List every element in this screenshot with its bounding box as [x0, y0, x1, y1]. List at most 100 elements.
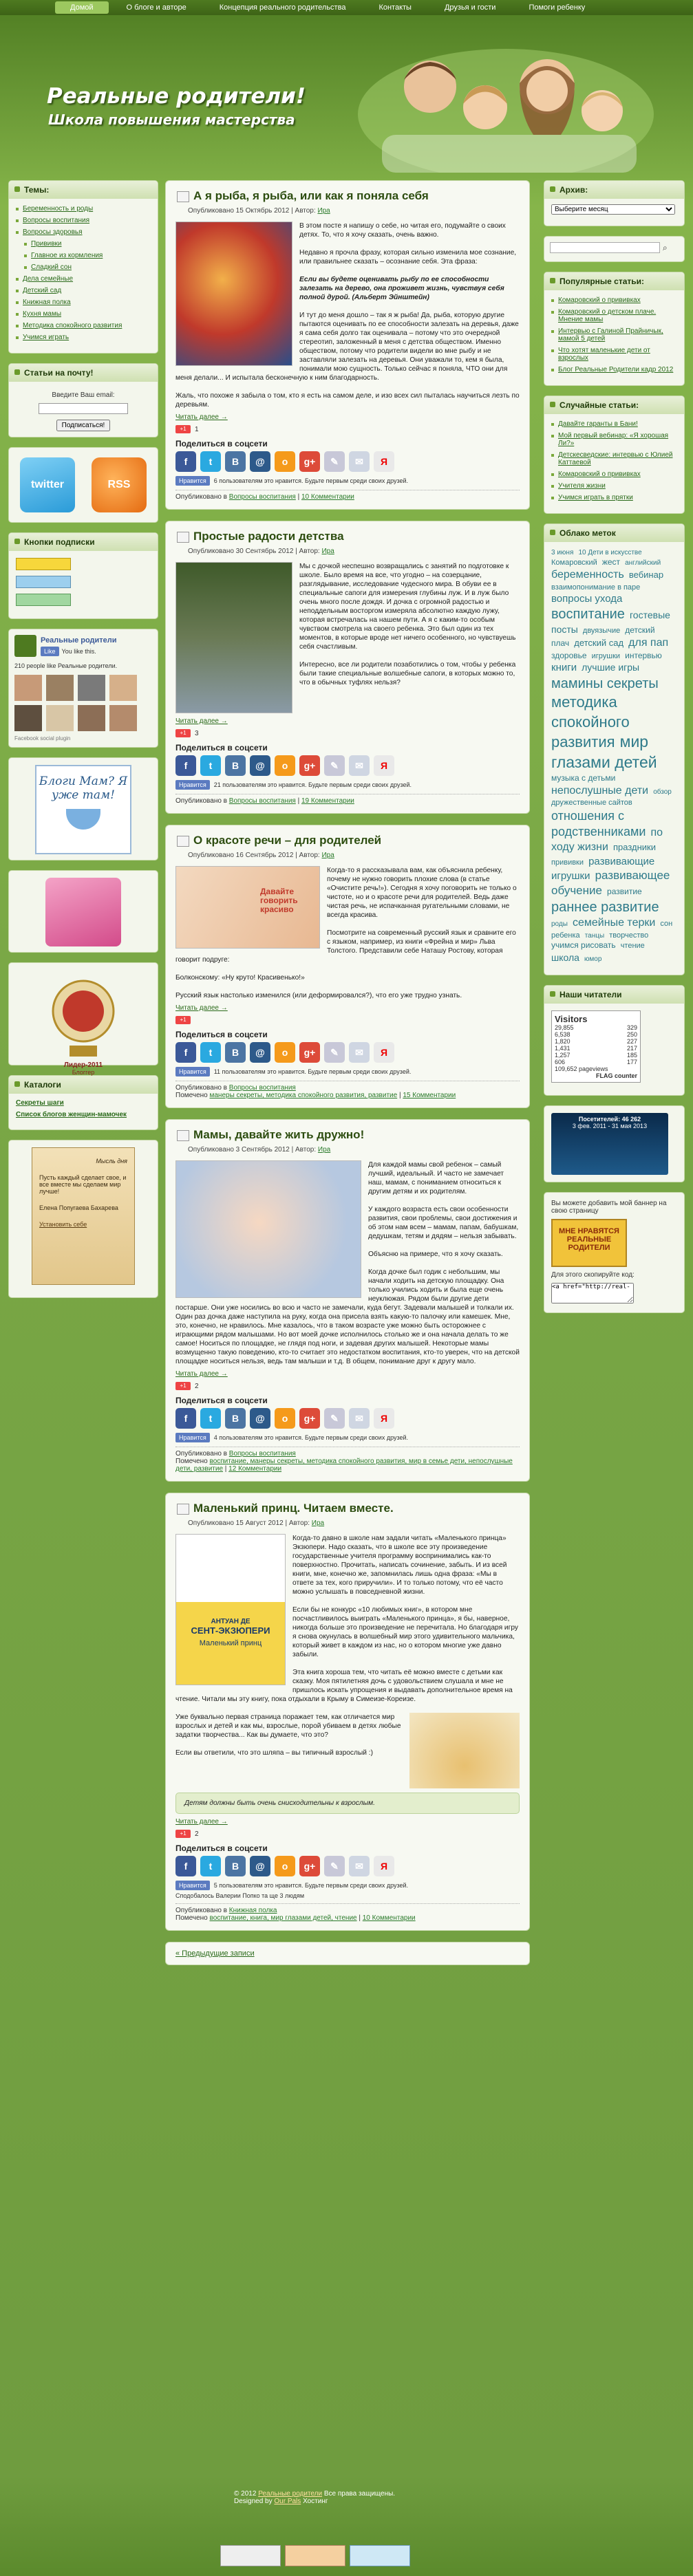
- post-author-link[interactable]: Ира: [321, 852, 334, 859]
- facebook-share-icon[interactable]: f: [175, 1042, 196, 1063]
- topic-link[interactable]: Вопросы воспитания: [16, 215, 151, 226]
- facebook-fan-avatar[interactable]: [109, 675, 137, 701]
- catalog-link[interactable]: Список блогов женщин-мамочек: [16, 1111, 151, 1118]
- comments-link[interactable]: 10 Комментарии: [301, 493, 354, 501]
- random-link[interactable]: Мой первый вебинар: «Я хорошая Ли?»: [551, 430, 677, 449]
- topic-link[interactable]: Книжная полка: [16, 296, 151, 308]
- tag-link[interactable]: воспитание: [551, 607, 625, 622]
- tag-link[interactable]: для пап: [628, 637, 668, 649]
- facebook-fan-avatar[interactable]: [14, 705, 42, 731]
- parchment-install-link[interactable]: Установить себе: [39, 1221, 127, 1228]
- vk-share-icon[interactable]: B: [225, 451, 246, 472]
- tag-link[interactable]: здоровье: [551, 651, 587, 660]
- tag-link[interactable]: методика спокойного развития: [551, 693, 630, 750]
- tag-link[interactable]: беременность: [551, 569, 624, 581]
- twitter-share-icon[interactable]: t: [200, 1408, 221, 1429]
- tag-link[interactable]: вопросы ухода: [551, 593, 622, 605]
- popular-link[interactable]: Комаровский о детском плаче. Мнение мамы: [551, 306, 677, 325]
- site-logo-title[interactable]: Реальные родители!: [47, 84, 306, 109]
- nav-item-friends[interactable]: Друзья и гости: [429, 1, 511, 14]
- visits-map[interactable]: Посетителей: 46 262 3 фев. 2011 - 31 мая…: [551, 1113, 668, 1176]
- post-author-link[interactable]: Ира: [317, 207, 330, 215]
- twitter-share-icon[interactable]: t: [200, 755, 221, 776]
- banner-code-textarea[interactable]: <a href="http://real-: [551, 1283, 634, 1304]
- random-link[interactable]: Учителя жизни: [551, 480, 677, 492]
- facebook-like-button[interactable]: Like: [41, 646, 59, 656]
- popular-link[interactable]: Интервью с Галиной Прайничык, мамой 5 де…: [551, 325, 677, 345]
- twitter-icon[interactable]: twitter: [20, 457, 75, 512]
- catalog-link[interactable]: Секреты шаги: [16, 1099, 151, 1107]
- random-link[interactable]: Комаровский о прививках: [551, 468, 677, 480]
- gplus-share-icon[interactable]: g+: [299, 451, 320, 472]
- like-button[interactable]: Нравится: [175, 1881, 210, 1890]
- liveinternet-share-icon[interactable]: ✉: [349, 451, 370, 472]
- post-author-link[interactable]: Ира: [312, 1519, 324, 1527]
- tag-link[interactable]: взаимопонимание в паре: [551, 583, 640, 592]
- mailru-share-icon[interactable]: @: [250, 1408, 270, 1429]
- post-title[interactable]: Простые радости детства: [175, 530, 520, 543]
- visitors-counter[interactable]: Visitors 29,855 329 6,538 250 1,820 227 1,431 2…: [551, 1010, 641, 1083]
- footer-catalog-badge[interactable]: [285, 2545, 345, 2566]
- yandex-share-icon[interactable]: Я: [374, 451, 394, 472]
- livejournal-share-icon[interactable]: ✎: [324, 451, 345, 472]
- nav-item-help[interactable]: Помоги ребенку: [513, 1, 600, 14]
- tag-link[interactable]: 3 июня: [551, 549, 573, 556]
- vk-share-icon[interactable]: B: [225, 1408, 246, 1429]
- tags-links[interactable]: воспитание, книга, мир глазами детей, чт…: [210, 1914, 357, 1922]
- like-button[interactable]: Нравится: [175, 1067, 210, 1076]
- livejournal-share-icon[interactable]: ✎: [324, 1856, 345, 1876]
- tag-link[interactable]: творчество: [609, 931, 648, 940]
- twitter-share-icon[interactable]: t: [200, 1042, 221, 1063]
- category-link[interactable]: Вопросы воспитания: [229, 1084, 296, 1092]
- twitter-share-icon[interactable]: t: [200, 1856, 221, 1876]
- search-icon[interactable]: ⌕: [663, 243, 668, 253]
- topic-link[interactable]: Беременность и роды: [16, 203, 151, 215]
- topic-link[interactable]: Учимся играть: [16, 332, 151, 343]
- facebook-share-icon[interactable]: f: [175, 451, 196, 472]
- read-more-link[interactable]: Читать далее →: [175, 717, 520, 725]
- vk-share-icon[interactable]: B: [225, 1042, 246, 1063]
- facebook-share-icon[interactable]: f: [175, 1408, 196, 1429]
- post-author-link[interactable]: Ира: [318, 1146, 330, 1154]
- yandex-share-icon[interactable]: Я: [374, 1408, 394, 1429]
- random-link[interactable]: Детскесведские: интервью с Юлией Каттаев…: [551, 449, 677, 468]
- popular-link[interactable]: Комаровский о прививках: [551, 294, 677, 306]
- tag-link[interactable]: интервью: [625, 651, 662, 660]
- tag-link[interactable]: музыка с детьми: [551, 773, 615, 783]
- post-title[interactable]: О красоте речи – для родителей: [175, 834, 520, 847]
- tag-link[interactable]: двуязычие: [583, 627, 620, 635]
- odnoklassniki-share-icon[interactable]: o: [275, 1408, 295, 1429]
- nav-item-contacts[interactable]: Контакты: [363, 1, 427, 14]
- tag-link[interactable]: прививки: [551, 858, 584, 867]
- gplus-button[interactable]: +1: [175, 1830, 191, 1838]
- vk-share-icon[interactable]: B: [225, 755, 246, 776]
- tag-link[interactable]: учимся рисовать: [551, 940, 616, 950]
- gplus-button[interactable]: +1: [175, 1382, 191, 1390]
- category-link[interactable]: Вопросы воспитания: [229, 493, 296, 501]
- gplus-button[interactable]: +1: [175, 1016, 191, 1024]
- topic-link[interactable]: Главное из кормления: [16, 250, 151, 261]
- like-button[interactable]: Нравится: [175, 1433, 210, 1442]
- post-title[interactable]: А я рыба, я рыба, или как я поняла себя: [175, 189, 520, 203]
- nav-item-home[interactable]: Домой: [55, 1, 109, 14]
- tag-link[interactable]: развитие: [607, 887, 642, 896]
- odnoklassniki-share-icon[interactable]: o: [275, 451, 295, 472]
- category-link[interactable]: Вопросы воспитания: [229, 1450, 296, 1458]
- read-more-link[interactable]: Читать далее →: [175, 413, 520, 421]
- tags-links[interactable]: воспитание, манеры секреты, методика спо…: [175, 1458, 513, 1473]
- tag-link[interactable]: Комаровский: [551, 559, 597, 567]
- tag-link[interactable]: школа: [551, 952, 579, 963]
- tag-link[interactable]: книги: [551, 662, 577, 673]
- odnoklassniki-share-icon[interactable]: o: [275, 1856, 295, 1876]
- facebook-fan-avatar[interactable]: [78, 675, 105, 701]
- category-link[interactable]: Вопросы воспитания: [229, 797, 296, 805]
- comments-link[interactable]: 15 Комментарии: [403, 1092, 456, 1099]
- yandex-share-icon[interactable]: Я: [374, 755, 394, 776]
- tag-link[interactable]: английский: [625, 559, 661, 567]
- popular-link[interactable]: Блог Реальные Родители кадр 2012: [551, 364, 677, 376]
- tag-link[interactable]: танцы: [585, 932, 604, 940]
- site-banner[interactable]: МНЕ НРАВЯТСЯ РЕАЛЬНЫЕ РОДИТЕЛИ: [551, 1219, 627, 1268]
- post-title[interactable]: Мамы, давайте жить дружно!: [175, 1128, 520, 1142]
- like-button[interactable]: Нравится: [175, 476, 210, 486]
- odnoklassniki-share-icon[interactable]: o: [275, 1042, 295, 1063]
